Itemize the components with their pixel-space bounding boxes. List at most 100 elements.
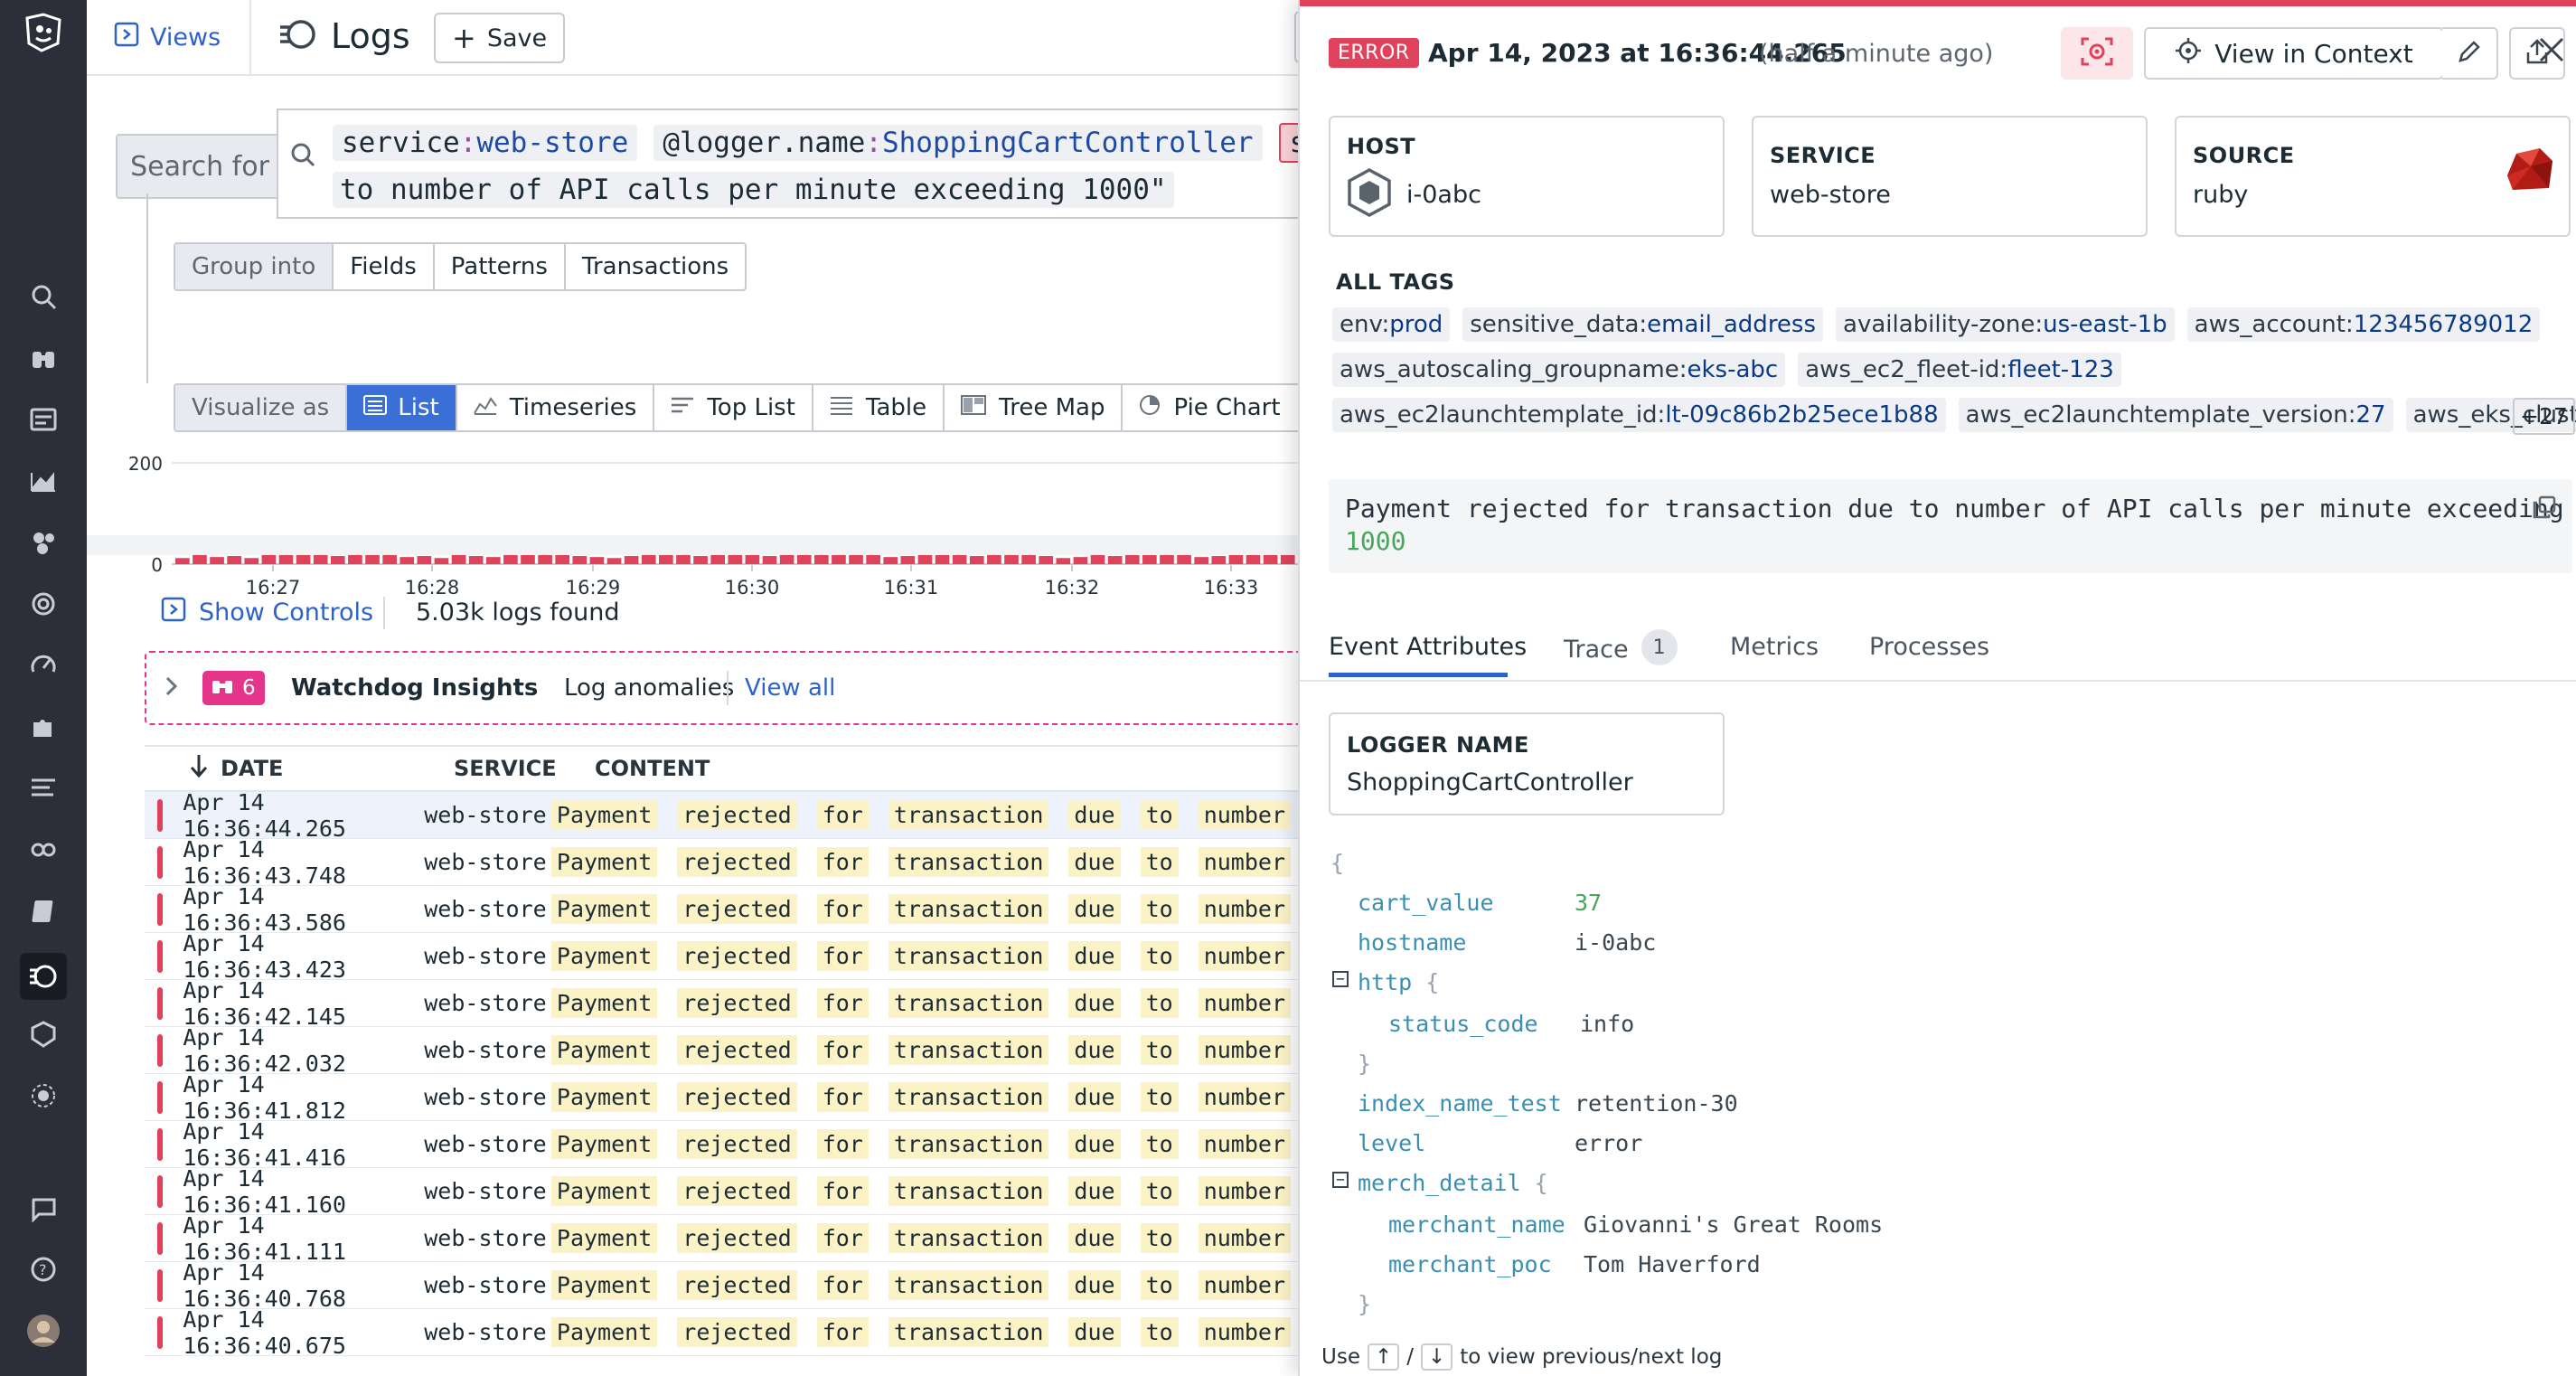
monitors-icon[interactable] [25, 586, 61, 622]
binoculars-icon[interactable] [25, 340, 61, 376]
viz-option-top-list[interactable]: Top List [654, 385, 813, 430]
attr-key-level[interactable]: level [1358, 1130, 1425, 1156]
attr-value-merchant-name[interactable]: Giovanni's Great Rooms [1584, 1211, 1883, 1238]
tab-metrics[interactable]: Metrics [1730, 633, 1819, 661]
host-value[interactable]: i-0abc [1406, 181, 1481, 209]
attr-key-index-name-test[interactable]: index_name_test [1358, 1090, 1562, 1117]
copy-icon[interactable] [2533, 495, 2556, 523]
tag-chip[interactable]: aws_ec2_fleet-id:fleet-123 [1798, 353, 2121, 387]
status-indicator [157, 1221, 164, 1255]
chart-bar [1107, 556, 1123, 564]
attr-value-status-code[interactable]: info [1580, 1011, 1634, 1037]
help-icon[interactable]: ? [25, 1251, 61, 1287]
viz-option-list[interactable]: List [347, 385, 457, 430]
tag-chip[interactable]: env:prod [1332, 307, 1451, 342]
attr-key-merchant-name[interactable]: merchant_name [1388, 1211, 1565, 1238]
view-all-link[interactable]: View all [745, 674, 835, 702]
table-row[interactable]: Apr 14 16:36:43.586 web-store Payment rejec… [145, 883, 1311, 936]
puzzle-icon[interactable] [25, 709, 61, 745]
search-query-line2[interactable]: to number of API calls per minute exceed… [333, 172, 1174, 208]
attr-key-hostname[interactable]: hostname [1358, 929, 1466, 956]
viz-option-pie-chart[interactable]: Pie Chart [1123, 385, 1296, 430]
save-button[interactable]: + Save [434, 13, 566, 63]
apm-icon[interactable] [25, 647, 61, 683]
viz-option-table[interactable]: Table [813, 385, 945, 430]
logs-nav-icon[interactable] [20, 953, 67, 1000]
query-token-service[interactable]: service:web-store [333, 125, 638, 161]
datadog-logo-icon[interactable] [18, 7, 69, 58]
table-row[interactable]: Apr 14 16:36:44.265 web-store Payment rejec… [145, 789, 1311, 842]
content-word: transaction [888, 1223, 1049, 1253]
sensitive-data-button[interactable] [2061, 27, 2133, 80]
table-row[interactable]: Apr 14 16:36:40.768 web-store Payment rejec… [145, 1259, 1311, 1312]
edit-button[interactable] [2442, 27, 2498, 80]
tag-chip[interactable]: aws_ec2launchtemplate_version:27 [1958, 398, 2393, 432]
metrics-icon[interactable] [25, 463, 61, 499]
query-token-logger[interactable]: @logger.name:ShoppingCartController [653, 125, 1263, 161]
show-controls-button[interactable]: Show Controls [161, 597, 373, 628]
source-value[interactable]: ruby [2193, 181, 2552, 209]
attr-value-index-name-test[interactable]: retention-30 [1575, 1090, 1738, 1117]
tag-chip[interactable]: availability-zone:us-east-1b [1836, 307, 2175, 342]
table-row[interactable]: Apr 14 16:36:41.812 web-store Payment rejec… [145, 1071, 1311, 1124]
group-option-transactions[interactable]: Transactions [566, 244, 745, 289]
logger-name-value[interactable]: ShoppingCartController [1347, 768, 1706, 796]
tag-chip[interactable]: aws_account:123456789012 [2186, 307, 2541, 342]
link-icon[interactable] [25, 832, 61, 868]
viz-option-tree-map[interactable]: Tree Map [945, 385, 1123, 430]
attr-group-http[interactable]: http { [1358, 969, 1439, 995]
table-row[interactable]: Apr 14 16:36:41.111 web-store Payment rejec… [145, 1212, 1311, 1265]
column-header-service[interactable]: SERVICE [454, 756, 595, 781]
table-row[interactable]: Apr 14 16:36:43.748 web-store Payment rejec… [145, 836, 1311, 889]
search-icon[interactable] [25, 278, 61, 315]
tab-processes[interactable]: Processes [1869, 633, 1989, 661]
ux-monitoring-icon[interactable] [25, 1078, 61, 1114]
dashboard-icon[interactable] [25, 401, 61, 438]
group-option-patterns[interactable]: Patterns [435, 244, 566, 289]
watchdog-insights-banner[interactable]: 6 Watchdog Insights Log anomalies View a… [145, 651, 1320, 725]
list-icon[interactable] [25, 770, 61, 806]
avatar[interactable] [25, 1313, 61, 1349]
integrations-icon[interactable] [25, 524, 61, 561]
content-word: for [816, 1317, 869, 1347]
attr-key-merchant-poc[interactable]: merchant_poc [1388, 1251, 1552, 1277]
tag-chip[interactable]: aws_autoscaling_groupname:eks-abc [1332, 353, 1786, 387]
attr-value-merchant-poc[interactable]: Tom Haverford [1584, 1251, 1761, 1277]
views-button[interactable]: Views [114, 22, 221, 53]
column-header-content[interactable]: CONTENT [595, 756, 710, 781]
attr-group-merch-detail[interactable]: merch_detail { [1358, 1170, 1548, 1196]
group-option-fields[interactable]: Fields [334, 244, 435, 289]
notebook-icon[interactable] [25, 893, 61, 929]
table-row[interactable]: Apr 14 16:36:42.032 web-store Payment rejec… [145, 1024, 1311, 1077]
collapse-merch-icon[interactable]: − [1332, 1172, 1349, 1188]
table-row[interactable]: Apr 14 16:36:41.160 web-store Payment rejec… [145, 1165, 1311, 1218]
tag-chip[interactable]: aws_ec2launchtemplate_id:lt-09c86b2b25ec… [1332, 398, 1946, 432]
collapse-http-icon[interactable]: − [1332, 971, 1349, 987]
chat-icon[interactable] [25, 1192, 61, 1228]
table-row[interactable]: Apr 14 16:36:42.145 web-store Payment rejec… [145, 977, 1311, 1030]
more-tags-button[interactable]: +27 [2513, 398, 2575, 435]
attr-key-cart-value[interactable]: cart_value [1358, 890, 1494, 916]
table-row[interactable]: Apr 14 16:36:41.416 web-store Payment rejec… [145, 1118, 1311, 1171]
chart-bar [1004, 553, 1019, 564]
attr-value-level[interactable]: error [1575, 1130, 1642, 1156]
attr-value-cart-value[interactable]: 37 [1575, 890, 1602, 916]
table-row[interactable]: Apr 14 16:36:40.675 web-store Payment rejec… [145, 1306, 1311, 1359]
logger-name-card: LOGGER NAME ShoppingCartController [1329, 712, 1725, 815]
column-header-date[interactable]: DATE [221, 756, 454, 781]
table-row[interactable]: Apr 14 16:36:43.423 web-store Payment rejec… [145, 930, 1311, 983]
attr-key-status-code[interactable]: status_code [1388, 1011, 1538, 1037]
chevron-right-icon[interactable] [163, 673, 181, 703]
view-in-context-button[interactable]: View in Context [2144, 27, 2444, 80]
sort-arrow-icon[interactable] [190, 753, 208, 784]
viz-option-timeseries[interactable]: Timeseries [457, 385, 655, 430]
chart-bar [1039, 556, 1054, 564]
tab-event-attributes[interactable]: Event Attributes [1329, 633, 1527, 661]
security-icon[interactable] [25, 1016, 61, 1052]
search-input[interactable]: service:web-store @logger.name:ShoppingCa… [277, 108, 1334, 219]
attr-value-hostname[interactable]: i-0abc [1575, 929, 1656, 956]
tag-chip[interactable]: sensitive_data:email_address [1462, 307, 1824, 342]
tab-trace[interactable]: Trace 1 [1564, 629, 1678, 665]
close-icon[interactable] [2538, 36, 2565, 67]
service-value[interactable]: web-store [1770, 181, 2129, 209]
